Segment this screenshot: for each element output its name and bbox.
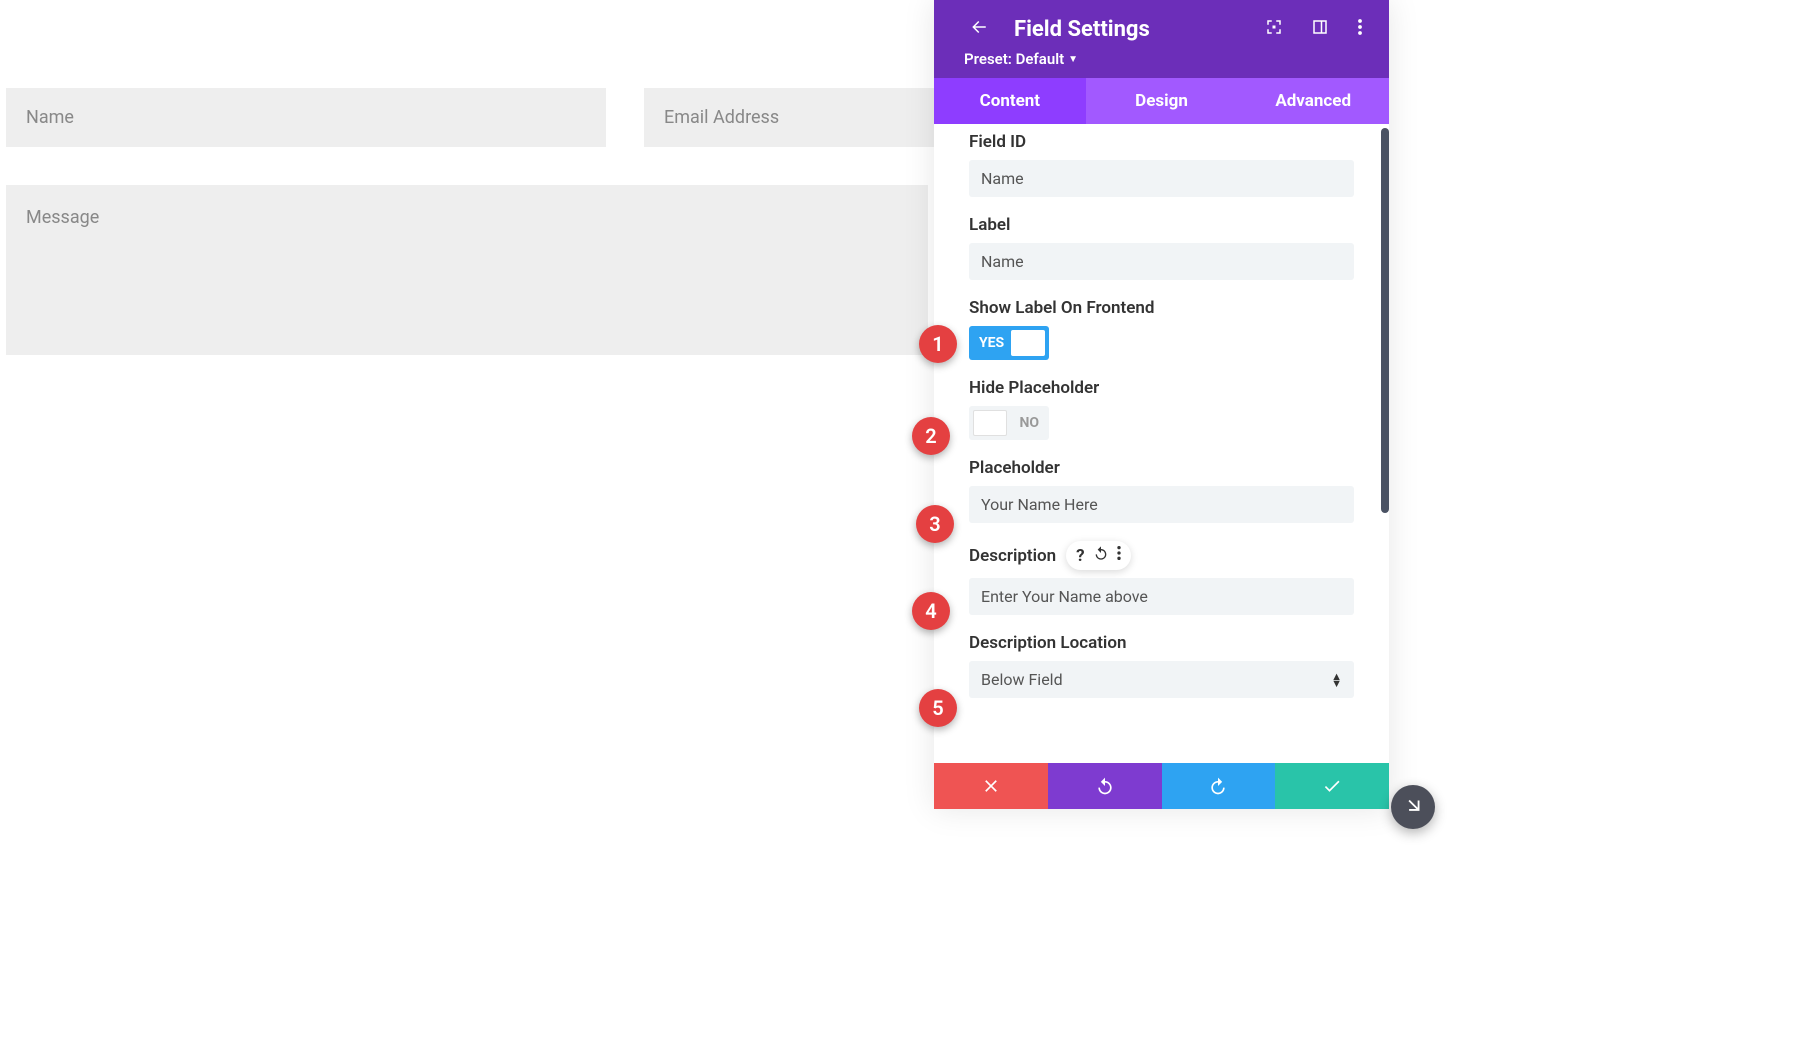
undo-button[interactable]	[1048, 763, 1162, 809]
field-id-label: Field ID	[969, 132, 1354, 152]
more-vertical-icon[interactable]	[1117, 545, 1121, 566]
message-textarea[interactable]	[6, 185, 928, 355]
toggle-yes-text: YES	[979, 335, 1004, 351]
annotation-badge-3: 3	[916, 505, 954, 543]
more-icon[interactable]	[1353, 14, 1367, 44]
sidebar-toggle-icon[interactable]	[1307, 14, 1333, 44]
caret-down-icon: ▼	[1068, 54, 1078, 65]
description-location-select[interactable]	[969, 661, 1354, 698]
annotation-badge-4: 4	[912, 592, 950, 630]
help-icon[interactable]: ?	[1076, 546, 1084, 566]
form-preview	[0, 0, 934, 359]
annotation-badge-5: 5	[919, 689, 957, 727]
placeholder-input[interactable]	[969, 486, 1354, 523]
tab-advanced[interactable]: Advanced	[1237, 78, 1389, 124]
label-group: Label	[969, 215, 1354, 280]
annotation-badge-2: 2	[912, 417, 950, 455]
description-group: Description ?	[969, 541, 1354, 615]
scrollbar[interactable]	[1381, 128, 1389, 513]
annotation-badge-1: 1	[919, 325, 957, 363]
toggle-handle	[1011, 330, 1045, 356]
panel-header: Field Settings Preset: Default ▼	[934, 0, 1389, 78]
description-input[interactable]	[969, 578, 1354, 615]
description-label: Description ?	[969, 541, 1354, 570]
preset-dropdown[interactable]: Preset: Default ▼	[964, 50, 1367, 68]
back-icon[interactable]	[964, 14, 994, 44]
show-label-label: Show Label On Frontend	[969, 298, 1354, 318]
save-button[interactable]	[1275, 763, 1389, 809]
placeholder-group: Placeholder	[969, 458, 1354, 523]
settings-panel: Field Settings Preset: Default ▼ Content…	[934, 0, 1389, 809]
description-location-label: Description Location	[969, 633, 1354, 653]
tab-content[interactable]: Content	[934, 78, 1086, 124]
description-label-text: Description	[969, 546, 1056, 566]
tabs: Content Design Advanced	[934, 78, 1389, 124]
panel-footer	[934, 763, 1389, 809]
panel-title: Field Settings	[1014, 17, 1241, 42]
hide-placeholder-group: Hide Placeholder NO	[969, 378, 1354, 440]
show-label-toggle[interactable]: YES	[969, 326, 1049, 360]
hide-placeholder-toggle[interactable]: NO	[969, 406, 1049, 440]
name-input[interactable]	[6, 88, 606, 147]
redo-button[interactable]	[1162, 763, 1276, 809]
field-hover-actions: ?	[1066, 541, 1130, 570]
cancel-button[interactable]	[934, 763, 1048, 809]
field-id-input[interactable]	[969, 160, 1354, 197]
show-label-group: Show Label On Frontend YES	[969, 298, 1354, 360]
label-input[interactable]	[969, 243, 1354, 280]
focus-icon[interactable]	[1261, 14, 1287, 44]
tab-design[interactable]: Design	[1086, 78, 1238, 124]
description-location-group: Description Location ▲▼	[969, 633, 1354, 698]
toggle-handle	[973, 410, 1007, 436]
expand-fab[interactable]	[1391, 785, 1435, 829]
field-id-group: Field ID	[969, 132, 1354, 197]
label-label: Label	[969, 215, 1354, 235]
panel-body: Field ID Label Show Label On Frontend YE…	[934, 124, 1389, 763]
hide-placeholder-label: Hide Placeholder	[969, 378, 1354, 398]
toggle-no-text: NO	[1019, 415, 1039, 431]
email-input[interactable]	[644, 88, 934, 147]
placeholder-label: Placeholder	[969, 458, 1354, 478]
reset-icon[interactable]	[1093, 545, 1109, 566]
preset-label: Preset: Default	[964, 50, 1064, 68]
